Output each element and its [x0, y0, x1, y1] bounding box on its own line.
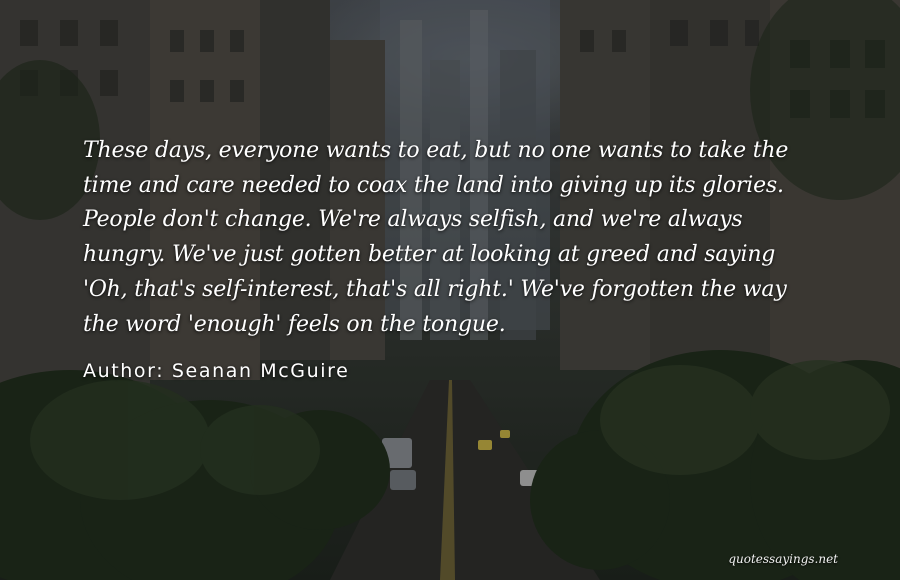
- quote-line: People don't change. We're always selfis…: [83, 207, 743, 233]
- site-watermark: quotessayings.net: [728, 552, 838, 566]
- quote-line: These days, everyone wants to eat, but n…: [83, 138, 789, 163]
- quote-line: 'Oh, that's self-interest, that's all ri…: [83, 276, 787, 302]
- quote-text: These days, everyone wants to eat, but n…: [83, 134, 883, 342]
- author-attribution: Author: Seanan McGuire: [83, 360, 350, 382]
- quote-line: hungry. We've just gotten better at look…: [83, 242, 776, 268]
- quote-image: These days, everyone wants to eat, but n…: [0, 0, 900, 580]
- quote-line: the word 'enough' feels on the tongue.: [83, 311, 506, 337]
- quote-line: time and care needed to coax the land in…: [83, 172, 784, 198]
